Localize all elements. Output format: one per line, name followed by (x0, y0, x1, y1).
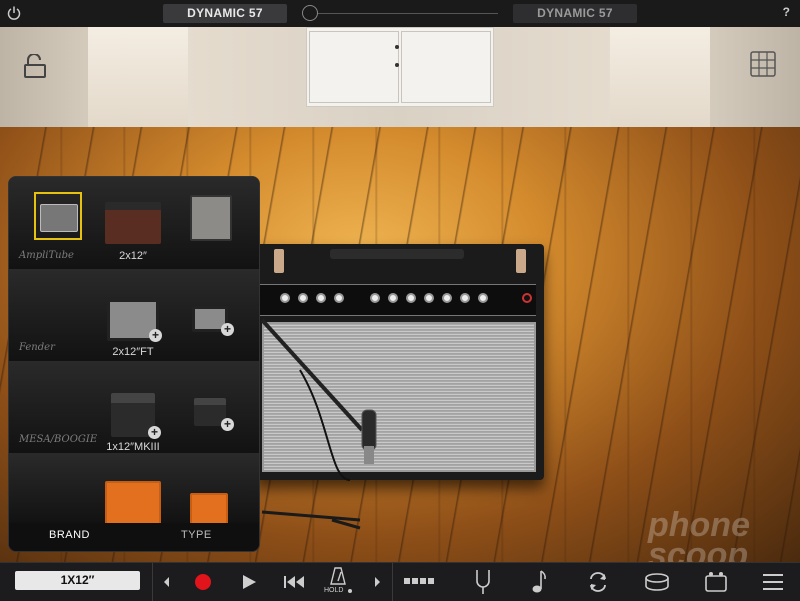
wall-pillar (610, 27, 710, 142)
cabinet-knobs (395, 36, 405, 67)
divider (392, 563, 393, 601)
stompbox-icon[interactable] (704, 571, 728, 593)
white-cabinet (306, 27, 494, 107)
amp-thumb-label: 2x12″ (119, 250, 147, 262)
amp-knob[interactable] (316, 293, 326, 303)
amp-thumb-label: 2x12″FT (112, 346, 154, 358)
tab-type[interactable]: TYPE (181, 529, 212, 541)
unlock-icon[interactable] (22, 54, 48, 78)
record-icon[interactable] (194, 573, 212, 591)
amp-thumb-label: 1x12″MKIII (106, 441, 160, 453)
amp-knob[interactable] (424, 293, 434, 303)
amp-thumb[interactable]: + (107, 299, 162, 342)
amp-combo[interactable] (254, 244, 544, 480)
add-icon[interactable]: + (221, 418, 234, 431)
next-arrow-icon[interactable] (372, 575, 382, 589)
mic-select-right[interactable]: DYNAMIC 57 (513, 4, 637, 23)
wall-pillar (88, 27, 188, 142)
menu-icon[interactable] (763, 573, 783, 591)
top-bar: DYNAMIC 57 DYNAMIC 57 ? (0, 0, 800, 28)
amp-knob[interactable] (406, 293, 416, 303)
amp-grille (262, 322, 536, 472)
signal-chain-icon[interactable] (404, 577, 436, 585)
brand-row-mesa-boogie: + + MESA/BOOGIE 1x12″MKIII (9, 361, 259, 454)
preset-selector[interactable]: 1X12″ (15, 571, 140, 590)
hold-label: HOLD (324, 587, 344, 594)
divider (152, 563, 153, 601)
amp-knob[interactable] (280, 293, 290, 303)
amp-knob[interactable] (388, 293, 398, 303)
add-icon[interactable]: + (221, 323, 234, 336)
tuner-fork-icon[interactable] (474, 569, 492, 595)
mic-blend-track[interactable] (310, 13, 498, 14)
amp-knob[interactable] (334, 293, 344, 303)
music-note-icon[interactable] (530, 569, 548, 595)
play-icon[interactable] (240, 573, 258, 591)
amp-thumb[interactable]: + (111, 393, 161, 439)
add-icon[interactable]: + (148, 426, 161, 439)
prev-arrow-icon[interactable] (162, 575, 172, 589)
amp-thumb[interactable]: + (192, 306, 234, 336)
amp-power-light (522, 293, 532, 303)
amp-handle (330, 249, 464, 259)
metronome-icon[interactable] (330, 567, 346, 585)
amp-thumb[interactable]: + (194, 398, 234, 431)
amp-browser: AmpliTube 2x12″ + + Fender 2x12″FT + + M… (8, 176, 260, 552)
amp-handle-bracket (274, 249, 284, 273)
help-button[interactable]: ? (783, 5, 790, 19)
watermark: phone scoop (648, 508, 750, 572)
drum-icon[interactable] (644, 572, 670, 592)
amp-thumb-selected[interactable] (34, 192, 82, 240)
amp-thumb[interactable] (190, 195, 232, 241)
mic-select-left[interactable]: DYNAMIC 57 (163, 4, 287, 23)
amp-knob[interactable] (478, 293, 488, 303)
amp-knob[interactable] (370, 293, 380, 303)
brand-logo-amplitube: AmpliTube (19, 250, 74, 261)
cabinet-door (401, 31, 491, 103)
amp-thumb[interactable] (105, 202, 161, 244)
brand-row-orange (9, 453, 259, 527)
sun-icon (348, 589, 352, 593)
browser-tabs: BRAND TYPE (9, 523, 259, 551)
grid-icon[interactable] (750, 51, 776, 77)
cabinet-door (309, 31, 399, 103)
amp-knob[interactable] (460, 293, 470, 303)
rewind-icon[interactable] (283, 574, 305, 590)
bottom-toolbar: 1X12″ HOLD (0, 562, 800, 601)
amp-thumb[interactable] (190, 493, 228, 527)
brand-row-amplitube: AmpliTube 2x12″ (9, 177, 259, 270)
mic-blend-knob[interactable] (302, 5, 318, 21)
loop-icon[interactable] (586, 570, 610, 594)
brand-logo-fender: Fender (19, 342, 55, 353)
tab-brand[interactable]: BRAND (49, 529, 90, 541)
add-icon[interactable]: + (149, 329, 162, 342)
power-icon[interactable] (6, 5, 22, 21)
amp-control-panel (260, 284, 536, 316)
amp-knob[interactable] (442, 293, 452, 303)
brand-row-fender: + + Fender 2x12″FT (9, 269, 259, 362)
amp-handle-bracket (516, 249, 526, 273)
amp-knob[interactable] (298, 293, 308, 303)
amp-thumb[interactable] (105, 481, 161, 527)
